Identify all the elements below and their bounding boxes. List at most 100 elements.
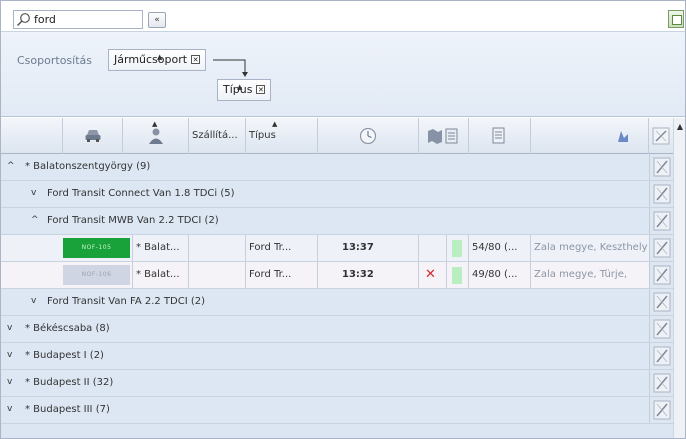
pencil-icon bbox=[653, 184, 671, 204]
scroll-up-icon[interactable]: ▲ bbox=[675, 122, 685, 131]
header-vehicle[interactable] bbox=[63, 118, 123, 154]
car-icon bbox=[85, 130, 101, 142]
pencil-icon bbox=[653, 238, 671, 258]
plate-cell: NOF-105 bbox=[63, 235, 133, 261]
expand-chevron-icon[interactable]: v bbox=[31, 296, 36, 306]
error-x-icon: ✕ bbox=[425, 267, 436, 282]
expand-chevron-icon[interactable]: v bbox=[31, 188, 36, 198]
header-edit[interactable] bbox=[649, 118, 673, 154]
search-input[interactable] bbox=[34, 12, 139, 27]
time-cell: 13:32 bbox=[318, 262, 419, 288]
group-row-budapest-2[interactable]: v * Budapest II (32) bbox=[1, 370, 673, 397]
document-icon bbox=[492, 127, 505, 144]
pencil-icon bbox=[653, 292, 671, 312]
group-chip-label: Járműcsoport bbox=[114, 53, 188, 66]
pencil-icon bbox=[653, 211, 671, 231]
table-row[interactable]: NOF-105 * Balat... Ford Tr... 13:37 54/8… bbox=[1, 235, 673, 262]
edit-cell[interactable] bbox=[649, 289, 673, 315]
edit-cell[interactable] bbox=[649, 235, 673, 261]
collapse-chevron-icon[interactable]: ^ bbox=[31, 215, 39, 225]
expand-chevron-icon[interactable]: v bbox=[7, 377, 12, 387]
transport-cell bbox=[189, 262, 246, 288]
clock-icon bbox=[359, 127, 377, 145]
grouping-panel: Csoportosítás ▲ Járműcsoport ✕ ▲ Típus ✕ bbox=[1, 31, 685, 117]
header-driver[interactable]: ▲ bbox=[123, 118, 189, 154]
header-type[interactable]: ▲ Típus bbox=[246, 118, 318, 154]
search-box[interactable] bbox=[13, 10, 143, 29]
indent-cell bbox=[1, 235, 63, 261]
group-row-bekescsaba[interactable]: v * Békéscsaba (8) bbox=[1, 316, 673, 343]
group-chip-type[interactable]: ▲ Típus ✕ bbox=[217, 79, 272, 101]
group-row-fa[interactable]: v Ford Transit Van FA 2.2 TDCI (2) bbox=[1, 289, 673, 316]
driver-icon bbox=[149, 128, 163, 144]
header-location[interactable] bbox=[531, 118, 649, 154]
expand-chevron-icon[interactable]: v bbox=[7, 404, 12, 414]
pencil-icon bbox=[653, 265, 671, 285]
time-cell: 13:37 bbox=[318, 235, 419, 261]
grouping-label: Csoportosítás bbox=[17, 54, 92, 67]
location-icon bbox=[618, 131, 628, 142]
header-transport[interactable]: Szállítá... bbox=[189, 118, 246, 154]
edit-cell[interactable] bbox=[649, 154, 673, 180]
location-cell: Zala megye, Türje, bbox=[534, 269, 628, 280]
collapse-button[interactable]: « bbox=[148, 12, 166, 28]
plate-badge: NOF-105 bbox=[63, 238, 130, 258]
group-row-connect[interactable]: v Ford Transit Connect Van 1.8 TDCi (5) bbox=[1, 181, 673, 208]
edit-cell[interactable] bbox=[649, 343, 673, 369]
remove-group-icon[interactable]: ✕ bbox=[256, 85, 266, 94]
top-toolbar: « bbox=[1, 1, 685, 31]
sort-asc-icon: ▲ bbox=[237, 83, 243, 91]
group-row-budapest-3[interactable]: v * Budapest III (7) bbox=[1, 397, 673, 424]
expand-chevron-icon[interactable]: v bbox=[7, 323, 12, 333]
header-document[interactable] bbox=[469, 118, 531, 154]
sort-asc-icon: ▲ bbox=[157, 53, 163, 61]
group-row-budapest-1[interactable]: v * Budapest I (2) bbox=[1, 343, 673, 370]
type-cell: Ford Tr... bbox=[246, 262, 318, 288]
edit-cell[interactable] bbox=[649, 181, 673, 207]
group-cell: * Balat... bbox=[133, 262, 189, 288]
edit-cell[interactable] bbox=[649, 208, 673, 234]
export-icon[interactable] bbox=[668, 10, 684, 28]
group-row-mwb[interactable]: ^ Ford Transit MWB Van 2.2 TDCI (2) bbox=[1, 208, 673, 235]
location-cell: Zala megye, Keszthely bbox=[534, 242, 648, 253]
vertical-scrollbar[interactable]: ▲ bbox=[673, 118, 685, 438]
group-label: * Budapest I (2) bbox=[25, 350, 104, 361]
indicator-bar bbox=[452, 240, 462, 257]
map-icon bbox=[428, 128, 458, 144]
table-row[interactable]: NOF-106 * Balat... Ford Tr... 13:32 ✕ 49… bbox=[1, 262, 673, 289]
header-map[interactable] bbox=[419, 118, 469, 154]
header-expand-col bbox=[1, 118, 63, 154]
pencil-icon bbox=[653, 157, 671, 177]
group-label: * Békéscsaba (8) bbox=[25, 323, 110, 334]
pencil-icon bbox=[653, 319, 671, 339]
group-chip-vehiclegroup[interactable]: ▲ Járműcsoport ✕ bbox=[108, 49, 207, 71]
pencil-icon bbox=[653, 400, 671, 420]
plate-badge: NOF-106 bbox=[63, 265, 130, 285]
group-row-balatonszentgyorgy[interactable]: ^ * Balatonszentgyörgy (9) bbox=[1, 154, 673, 181]
collapse-chevron-icon[interactable]: ^ bbox=[7, 161, 15, 171]
header-time[interactable] bbox=[318, 118, 419, 154]
indicator-cell bbox=[447, 235, 469, 261]
indent-cell bbox=[1, 262, 63, 288]
edit-cell[interactable] bbox=[649, 370, 673, 396]
edit-cell[interactable] bbox=[649, 262, 673, 288]
fill-cell: 54/80 (... bbox=[469, 235, 531, 261]
transport-cell bbox=[189, 235, 246, 261]
group-label: Ford Transit Connect Van 1.8 TDCi (5) bbox=[47, 188, 235, 199]
group-label: * Balatonszentgyörgy (9) bbox=[25, 161, 151, 172]
grid-body: ^ * Balatonszentgyörgy (9) v Ford Transi… bbox=[1, 154, 673, 438]
group-label: * Budapest III (7) bbox=[25, 404, 110, 415]
group-label: Ford Transit Van FA 2.2 TDCI (2) bbox=[47, 296, 206, 307]
group-label: * Budapest II (32) bbox=[25, 377, 114, 388]
group-label: Ford Transit MWB Van 2.2 TDCI (2) bbox=[47, 215, 219, 226]
pencil-icon bbox=[653, 373, 671, 393]
edit-cell[interactable] bbox=[649, 397, 673, 423]
fleet-app-window: « Csoportosítás ▲ Járműcsoport✕ ▲ Típus✕ bbox=[0, 0, 686, 439]
expand-chevron-icon[interactable]: v bbox=[7, 350, 12, 360]
remove-group-icon[interactable]: ✕ bbox=[191, 55, 201, 64]
pencil-icon bbox=[652, 127, 670, 145]
indicator-bar bbox=[452, 267, 462, 284]
group-connector bbox=[213, 59, 248, 77]
group-cell: * Balat... bbox=[133, 235, 189, 261]
edit-cell[interactable] bbox=[649, 316, 673, 342]
